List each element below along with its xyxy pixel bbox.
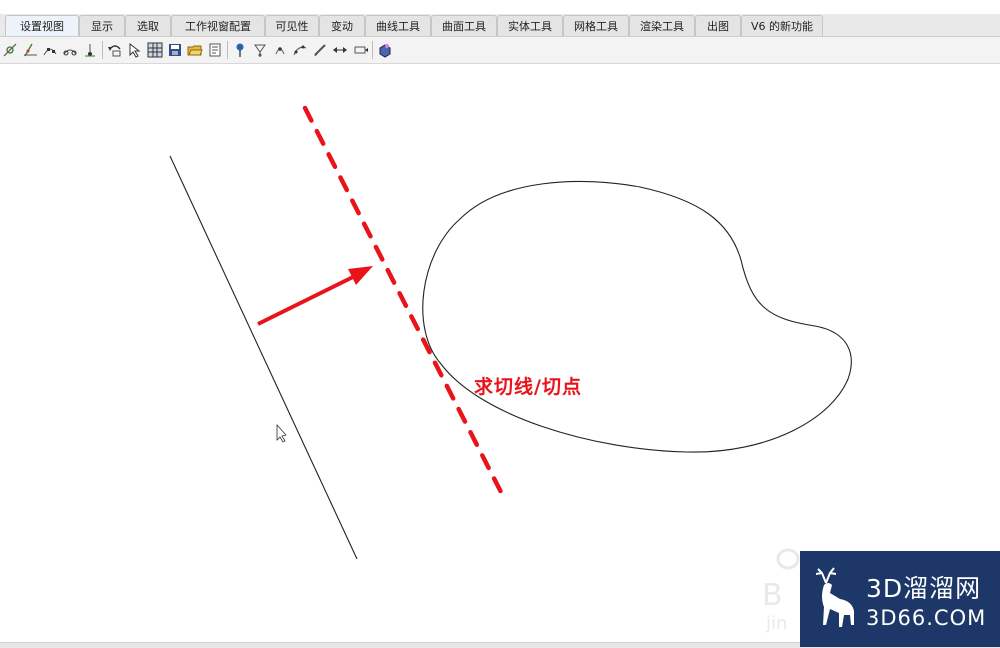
- annotation-arrow-head: [348, 266, 373, 285]
- tab-display[interactable]: 显示: [79, 15, 125, 36]
- brand-subtitle: 3D66.COM: [866, 606, 987, 630]
- undo-view-icon[interactable]: [105, 40, 125, 60]
- ribbon-tabs: 设置视图 显示 选取 工作视窗配置 可见性 变动 曲线工具 曲面工具 实体工具 …: [0, 14, 823, 36]
- properties-icon[interactable]: [205, 40, 225, 60]
- arrows-icon[interactable]: [330, 40, 350, 60]
- tab-solid-tools[interactable]: 实体工具: [497, 15, 563, 36]
- annotation-label: 求切线/切点: [474, 376, 582, 398]
- annotation-arrow-shaft: [257, 274, 356, 326]
- tab-new-in-v6[interactable]: V6 的新功能: [741, 15, 823, 36]
- pin-icon[interactable]: [230, 40, 250, 60]
- lower-icon[interactable]: [250, 40, 270, 60]
- toolbar-buttons: [0, 40, 395, 60]
- select-arrow-icon[interactable]: [125, 40, 145, 60]
- command-toolbar: [0, 37, 1000, 64]
- brand-title: 3D溜溜网: [866, 574, 982, 603]
- tab-select[interactable]: 选取: [125, 15, 171, 36]
- tangent-dashed-line: [302, 105, 506, 499]
- curve-edit-icon[interactable]: [290, 40, 310, 60]
- open-folder-icon[interactable]: [185, 40, 205, 60]
- insert-icon[interactable]: [270, 40, 290, 60]
- move-icon[interactable]: [350, 40, 370, 60]
- tab-visibility[interactable]: 可见性: [265, 15, 319, 36]
- toolbar-separator: [372, 41, 373, 59]
- ribbon-tab-bar: 设置视图 显示 选取 工作视窗配置 可见性 变动 曲线工具 曲面工具 实体工具 …: [0, 14, 1000, 37]
- toolbar-separator: [227, 41, 228, 59]
- closed-blob-curve: [422, 180, 852, 453]
- curve-handle-icon[interactable]: [60, 40, 80, 60]
- tab-viewport-layout[interactable]: 工作视窗配置: [171, 15, 265, 36]
- window-top-strip: [0, 0, 1000, 14]
- tab-curve-tools[interactable]: 曲线工具: [365, 15, 431, 36]
- edit-icon[interactable]: [310, 40, 330, 60]
- svg-text:B: B: [762, 578, 783, 613]
- tab-mesh-tools[interactable]: 网格工具: [563, 15, 629, 36]
- tab-set-view[interactable]: 设置视图: [5, 15, 79, 36]
- tab-drafting[interactable]: 出图: [695, 15, 741, 36]
- straight-line-curve: [169, 155, 358, 560]
- render-icon[interactable]: [375, 40, 395, 60]
- deer-logo-icon: [815, 567, 854, 627]
- end-point-icon[interactable]: [80, 40, 100, 60]
- mouse-cursor-icon: [276, 423, 287, 443]
- point-tangent-icon[interactable]: [0, 40, 20, 60]
- grid-toggle-icon[interactable]: [145, 40, 165, 60]
- site-logo-badge: 3D溜溜网 3D66.COM: [800, 551, 1000, 647]
- curve-points-icon[interactable]: [40, 40, 60, 60]
- tab-transform[interactable]: 变动: [319, 15, 365, 36]
- save-icon[interactable]: [165, 40, 185, 60]
- tab-render-tools[interactable]: 渲染工具: [629, 15, 695, 36]
- tangent-line-icon[interactable]: [20, 40, 40, 60]
- tab-surface-tools[interactable]: 曲面工具: [431, 15, 497, 36]
- toolbar-separator: [102, 41, 103, 59]
- svg-text:jin: jin: [765, 613, 787, 634]
